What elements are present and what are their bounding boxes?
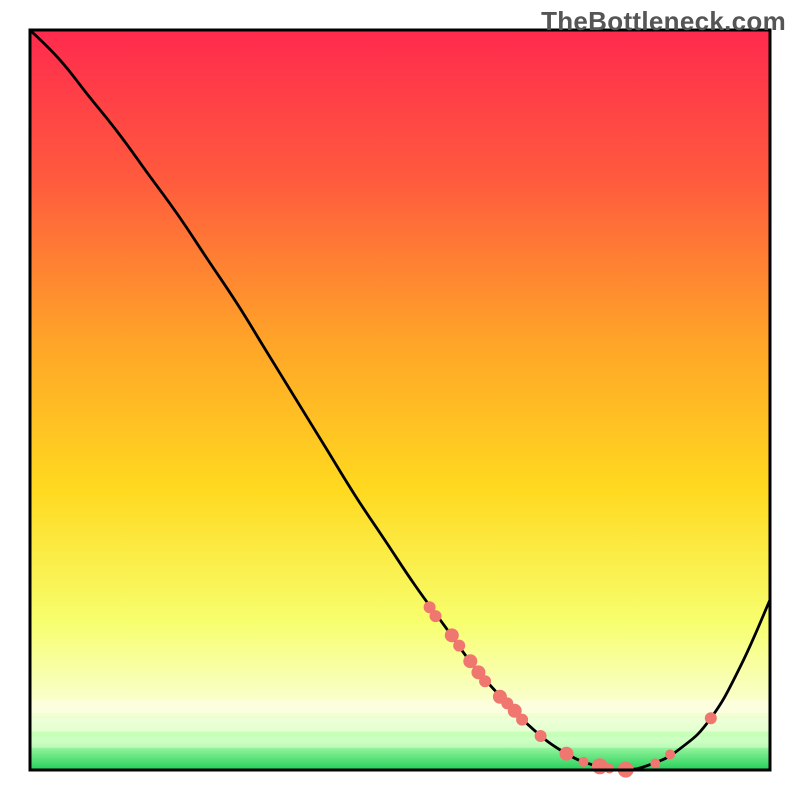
data-point xyxy=(650,758,660,768)
data-point xyxy=(479,675,491,687)
data-point xyxy=(430,610,442,622)
bottleneck-curve-chart xyxy=(0,0,800,800)
data-point xyxy=(445,628,459,642)
data-point xyxy=(665,749,675,759)
data-point xyxy=(560,747,574,761)
data-point xyxy=(705,712,717,724)
data-point xyxy=(579,757,589,767)
data-point xyxy=(516,714,528,726)
banding-group xyxy=(30,700,770,748)
data-point xyxy=(535,730,547,742)
data-point xyxy=(453,640,465,652)
plot-background xyxy=(30,30,770,770)
